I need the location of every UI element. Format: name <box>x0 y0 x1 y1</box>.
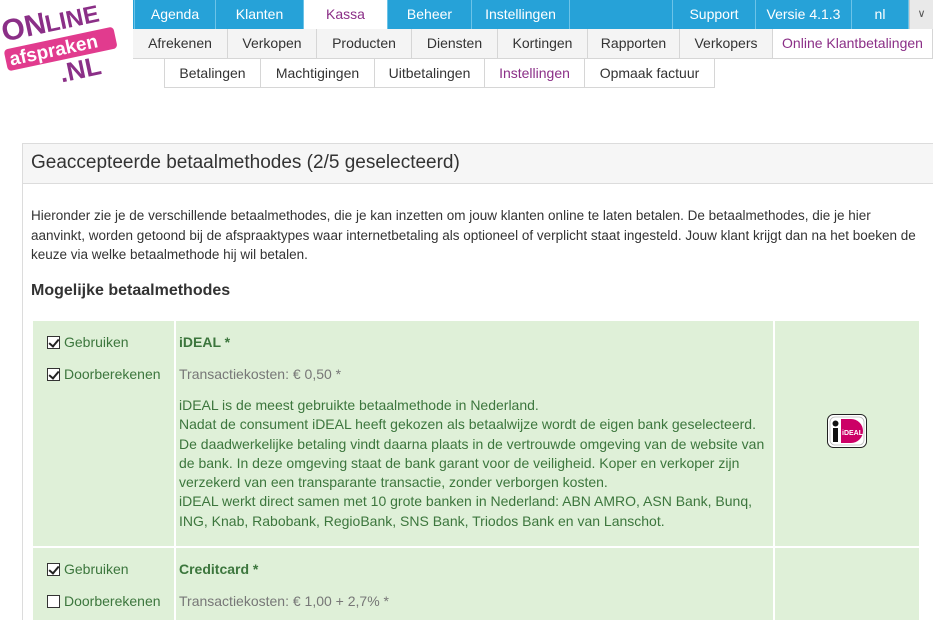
topnav-klanten[interactable]: Klanten <box>216 0 304 29</box>
thirdnav-opmaak-factuur[interactable]: Opmaak factuur <box>585 59 714 87</box>
thirdnav-instellingen[interactable]: Instellingen <box>485 59 585 87</box>
subnav-rapporten[interactable]: Rapporten <box>588 29 680 58</box>
subnav-verkopen[interactable]: Verkopen <box>228 29 317 58</box>
online-afspraken-logo[interactable]: ON ON LINE LINE afspraken .NL .NL <box>0 0 124 92</box>
topnav-instellingen[interactable]: Instellingen <box>472 0 570 29</box>
subnav-online-klantbetalingen[interactable]: Online Klantbetalingen <box>773 29 933 58</box>
method-info: iDEAL * Transactiekosten: € 0,50 * iDEAL… <box>176 321 775 546</box>
method-row-ideal: Gebruiken Doorberekenen iDEAL * Transact… <box>33 321 919 548</box>
intro-text: Hieronder zie je de verschillende betaal… <box>31 208 916 262</box>
description-line: iDEAL is de meest gebruikte betaalmethod… <box>179 397 539 413</box>
method-logo-cell: iDEAL <box>775 321 919 546</box>
topnav-kassa[interactable]: Kassa <box>304 0 388 29</box>
svg-text:iDEAL: iDEAL <box>842 430 864 437</box>
charge-checkbox-ideal[interactable]: Doorberekenen <box>47 365 174 383</box>
description-line: Nadat de consument iDEAL heeft gekozen a… <box>179 416 756 433</box>
topnav-spacer <box>570 0 673 29</box>
thirdnav-machtigingen[interactable]: Machtigingen <box>261 59 375 87</box>
method-row-creditcard: Gebruiken Doorberekenen Creditcard * Tra… <box>33 548 919 620</box>
method-options: Gebruiken Doorberekenen <box>33 548 176 620</box>
use-checkbox-creditcard[interactable]: Gebruiken <box>47 560 174 578</box>
checkbox-label: Gebruiken <box>64 561 129 577</box>
chevron-down-icon[interactable]: ∨ <box>909 0 933 29</box>
subnav-afrekenen[interactable]: Afrekenen <box>133 29 228 58</box>
method-name: iDEAL * <box>179 334 231 350</box>
language-select[interactable]: nl <box>852 0 909 29</box>
subnav-verkopers[interactable]: Verkopers <box>680 29 773 58</box>
page: ON ON LINE LINE afspraken .NL .NL Agenda… <box>0 0 933 620</box>
checkbox-label: Gebruiken <box>64 334 129 350</box>
method-cost: Transactiekosten: € 0,50 * <box>179 366 342 382</box>
checkbox-checked-icon[interactable] <box>47 562 60 576</box>
topnav-beheer[interactable]: Beheer <box>388 0 472 29</box>
subnav-kortingen[interactable]: Kortingen <box>498 29 588 58</box>
checkbox-label: Doorberekenen <box>64 593 161 609</box>
section-title: Mogelijke betaalmethodes <box>31 282 231 299</box>
ideal-logo-icon: iDEAL <box>827 414 867 448</box>
checkbox-checked-icon[interactable] <box>47 335 60 349</box>
checkbox-label: Doorberekenen <box>64 366 161 382</box>
sub-navigation: Afrekenen Verkopen Producten Diensten Ko… <box>133 29 933 59</box>
method-name: Creditcard * <box>179 561 259 577</box>
subnav-diensten[interactable]: Diensten <box>412 29 498 58</box>
subnav-producten[interactable]: Producten <box>317 29 412 58</box>
top-navigation: Agenda Klanten Kassa Beheer Instellingen… <box>133 0 933 29</box>
topnav-agenda[interactable]: Agenda <box>135 0 216 29</box>
description-line: De daadwerkelijke betaling vindt daarna … <box>179 435 765 491</box>
methods-table: Gebruiken Doorberekenen iDEAL * Transact… <box>33 321 919 620</box>
topnav-support[interactable]: Support <box>673 0 756 29</box>
third-navigation: Betalingen Machtigingen Uitbetalingen In… <box>164 59 715 88</box>
description-line: iDEAL werkt direct samen met 10 grote ba… <box>179 493 752 529</box>
panel-title: Geaccepteerde betaalmethodes (2/5 gesele… <box>23 144 933 184</box>
method-info: Creditcard * Transactiekosten: € 1,00 + … <box>176 548 775 620</box>
checkbox-checked-icon[interactable] <box>47 367 60 381</box>
version-label: Versie 4.1.3 <box>756 0 852 29</box>
method-description: iDEAL is de meest gebruikte betaalmethod… <box>179 396 773 531</box>
use-checkbox-ideal[interactable]: Gebruiken <box>47 333 174 351</box>
thirdnav-betalingen[interactable]: Betalingen <box>165 59 261 87</box>
method-options: Gebruiken Doorberekenen <box>33 321 176 546</box>
method-logo-cell <box>775 548 919 620</box>
checkbox-unchecked-icon[interactable] <box>47 594 60 608</box>
payment-methods-panel: Geaccepteerde betaalmethodes (2/5 gesele… <box>22 143 933 620</box>
charge-checkbox-creditcard[interactable]: Doorberekenen <box>47 592 174 610</box>
method-cost: Transactiekosten: € 1,00 + 2,7% * <box>179 593 389 609</box>
thirdnav-uitbetalingen[interactable]: Uitbetalingen <box>375 59 485 87</box>
